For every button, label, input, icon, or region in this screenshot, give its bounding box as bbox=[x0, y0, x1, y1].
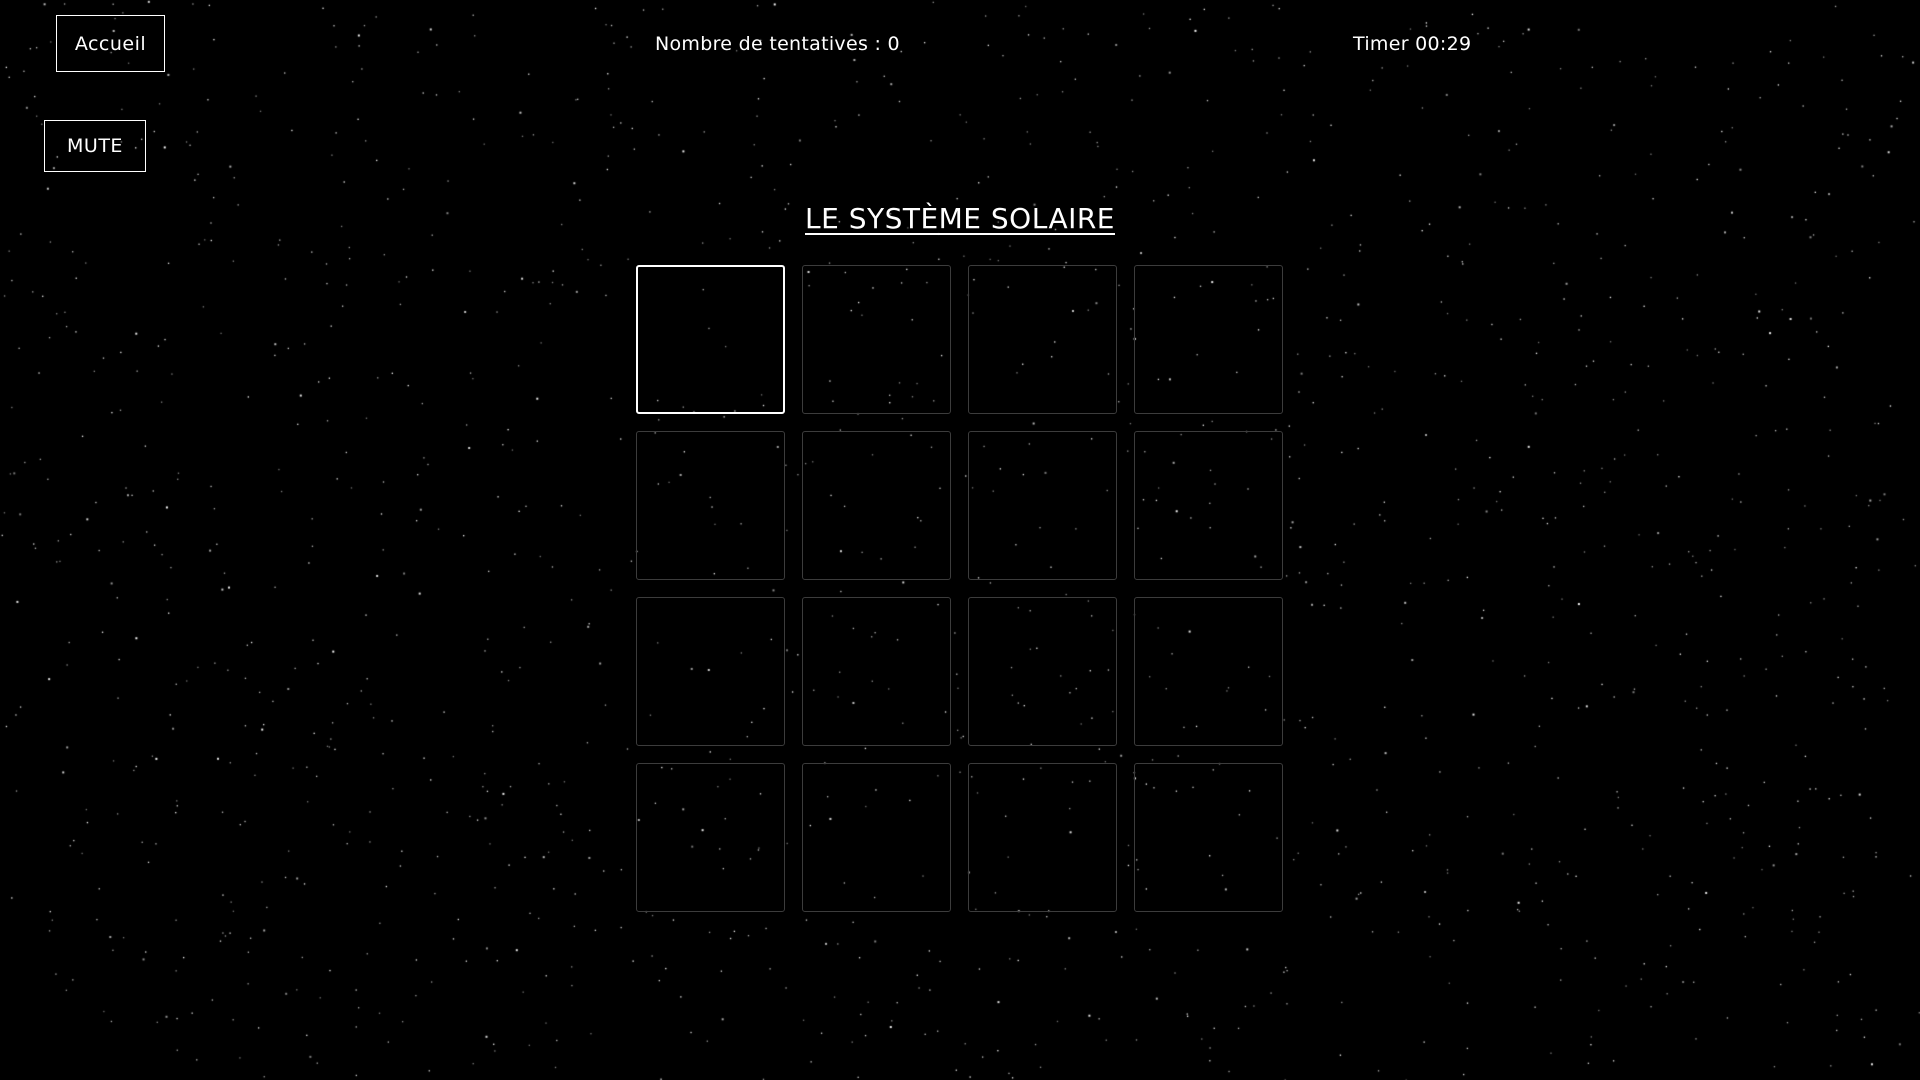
home-button[interactable]: Accueil bbox=[56, 15, 165, 72]
memory-card-grid bbox=[636, 265, 1284, 913]
memory-card[interactable] bbox=[968, 597, 1117, 746]
memory-card[interactable] bbox=[636, 763, 785, 912]
memory-card[interactable] bbox=[1134, 431, 1283, 580]
memory-card[interactable] bbox=[636, 597, 785, 746]
memory-card[interactable] bbox=[802, 265, 951, 414]
memory-card[interactable] bbox=[802, 763, 951, 912]
memory-card[interactable] bbox=[968, 763, 1117, 912]
memory-card[interactable] bbox=[968, 265, 1117, 414]
memory-card[interactable] bbox=[1134, 597, 1283, 746]
attempts-counter: Nombre de tentatives : 0 bbox=[655, 33, 900, 55]
mute-button[interactable]: MUTE bbox=[44, 120, 146, 172]
timer-display: Timer 00:29 bbox=[1353, 33, 1472, 55]
memory-card[interactable] bbox=[968, 431, 1117, 580]
memory-card[interactable] bbox=[636, 431, 785, 580]
memory-card[interactable] bbox=[802, 597, 951, 746]
game-title: LE SYSTÈME SOLAIRE bbox=[805, 202, 1115, 235]
memory-card[interactable] bbox=[1134, 763, 1283, 912]
memory-card[interactable] bbox=[1134, 265, 1283, 414]
memory-card[interactable] bbox=[636, 265, 785, 414]
memory-card[interactable] bbox=[802, 431, 951, 580]
